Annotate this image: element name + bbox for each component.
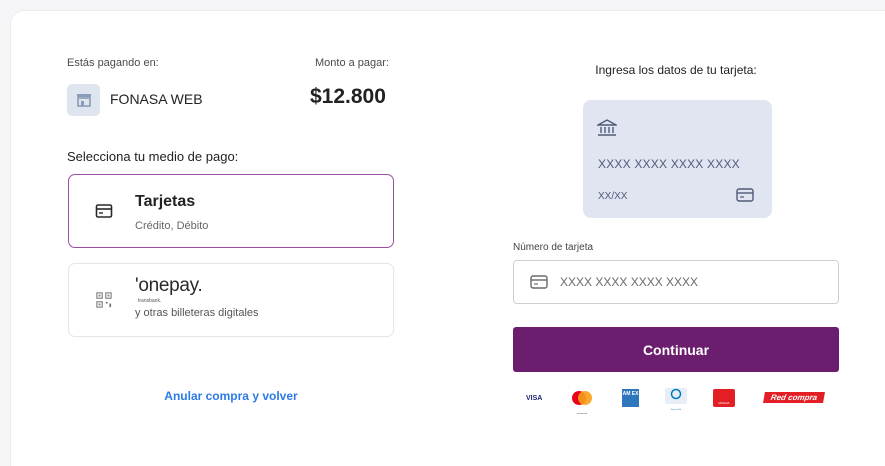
card-number-label: Número de tarjeta (513, 242, 594, 253)
option-subtitle: y otras billeteras digitales (135, 307, 259, 319)
cancel-purchase-link[interactable]: Anular compra y volver (68, 389, 394, 403)
store-icon (67, 84, 100, 116)
onepay-logo: 'onepay. (135, 275, 203, 296)
amount-value: $12.800 (310, 85, 386, 108)
select-method-label: Selecciona tu medio de pago: (67, 149, 239, 164)
amex-logo: AM EX (622, 389, 639, 407)
option-subtitle: Crédito, Débito (135, 220, 209, 232)
amount-label: Monto a pagar: (315, 57, 389, 69)
mastercard-logo: mastercard (570, 390, 594, 415)
credit-card-icon (736, 188, 754, 202)
card-number-input[interactable] (560, 275, 820, 289)
option-title: Tarjetas (135, 193, 196, 210)
continue-button[interactable]: Continuar (513, 327, 839, 372)
card-brand-logos: VISA mastercard AM EX Diners Club MAGNA … (520, 388, 840, 415)
card-number-field[interactable] (513, 260, 839, 304)
merchant-name: FONASA WEB (110, 91, 203, 107)
qr-code-icon (96, 292, 112, 308)
diners-club-logo: Diners Club (665, 388, 687, 411)
card-form-title: Ingresa los datos de tu tarjeta: (595, 63, 757, 77)
credit-card-icon (530, 275, 548, 289)
credit-card-icon (95, 204, 113, 218)
magna-logo: MAGNA (713, 389, 735, 407)
payment-option-cards[interactable]: Tarjetas Crédito, Débito (68, 174, 394, 248)
bank-icon (597, 119, 617, 136)
card-preview: XXXX XXXX XXXX XXXX XX/XX (583, 100, 772, 218)
paying-at-label: Estás pagando en: (67, 57, 159, 69)
card-preview-expiry: XX/XX (598, 191, 628, 202)
redcompra-logo: Red compra (763, 392, 825, 403)
onepay-logo-sub: transbank. (138, 298, 162, 304)
card-preview-number: XXXX XXXX XXXX XXXX (598, 157, 740, 171)
payment-option-onepay[interactable]: 'onepay. transbank. y otras billeteras d… (68, 263, 394, 337)
visa-logo: VISA (526, 395, 543, 402)
